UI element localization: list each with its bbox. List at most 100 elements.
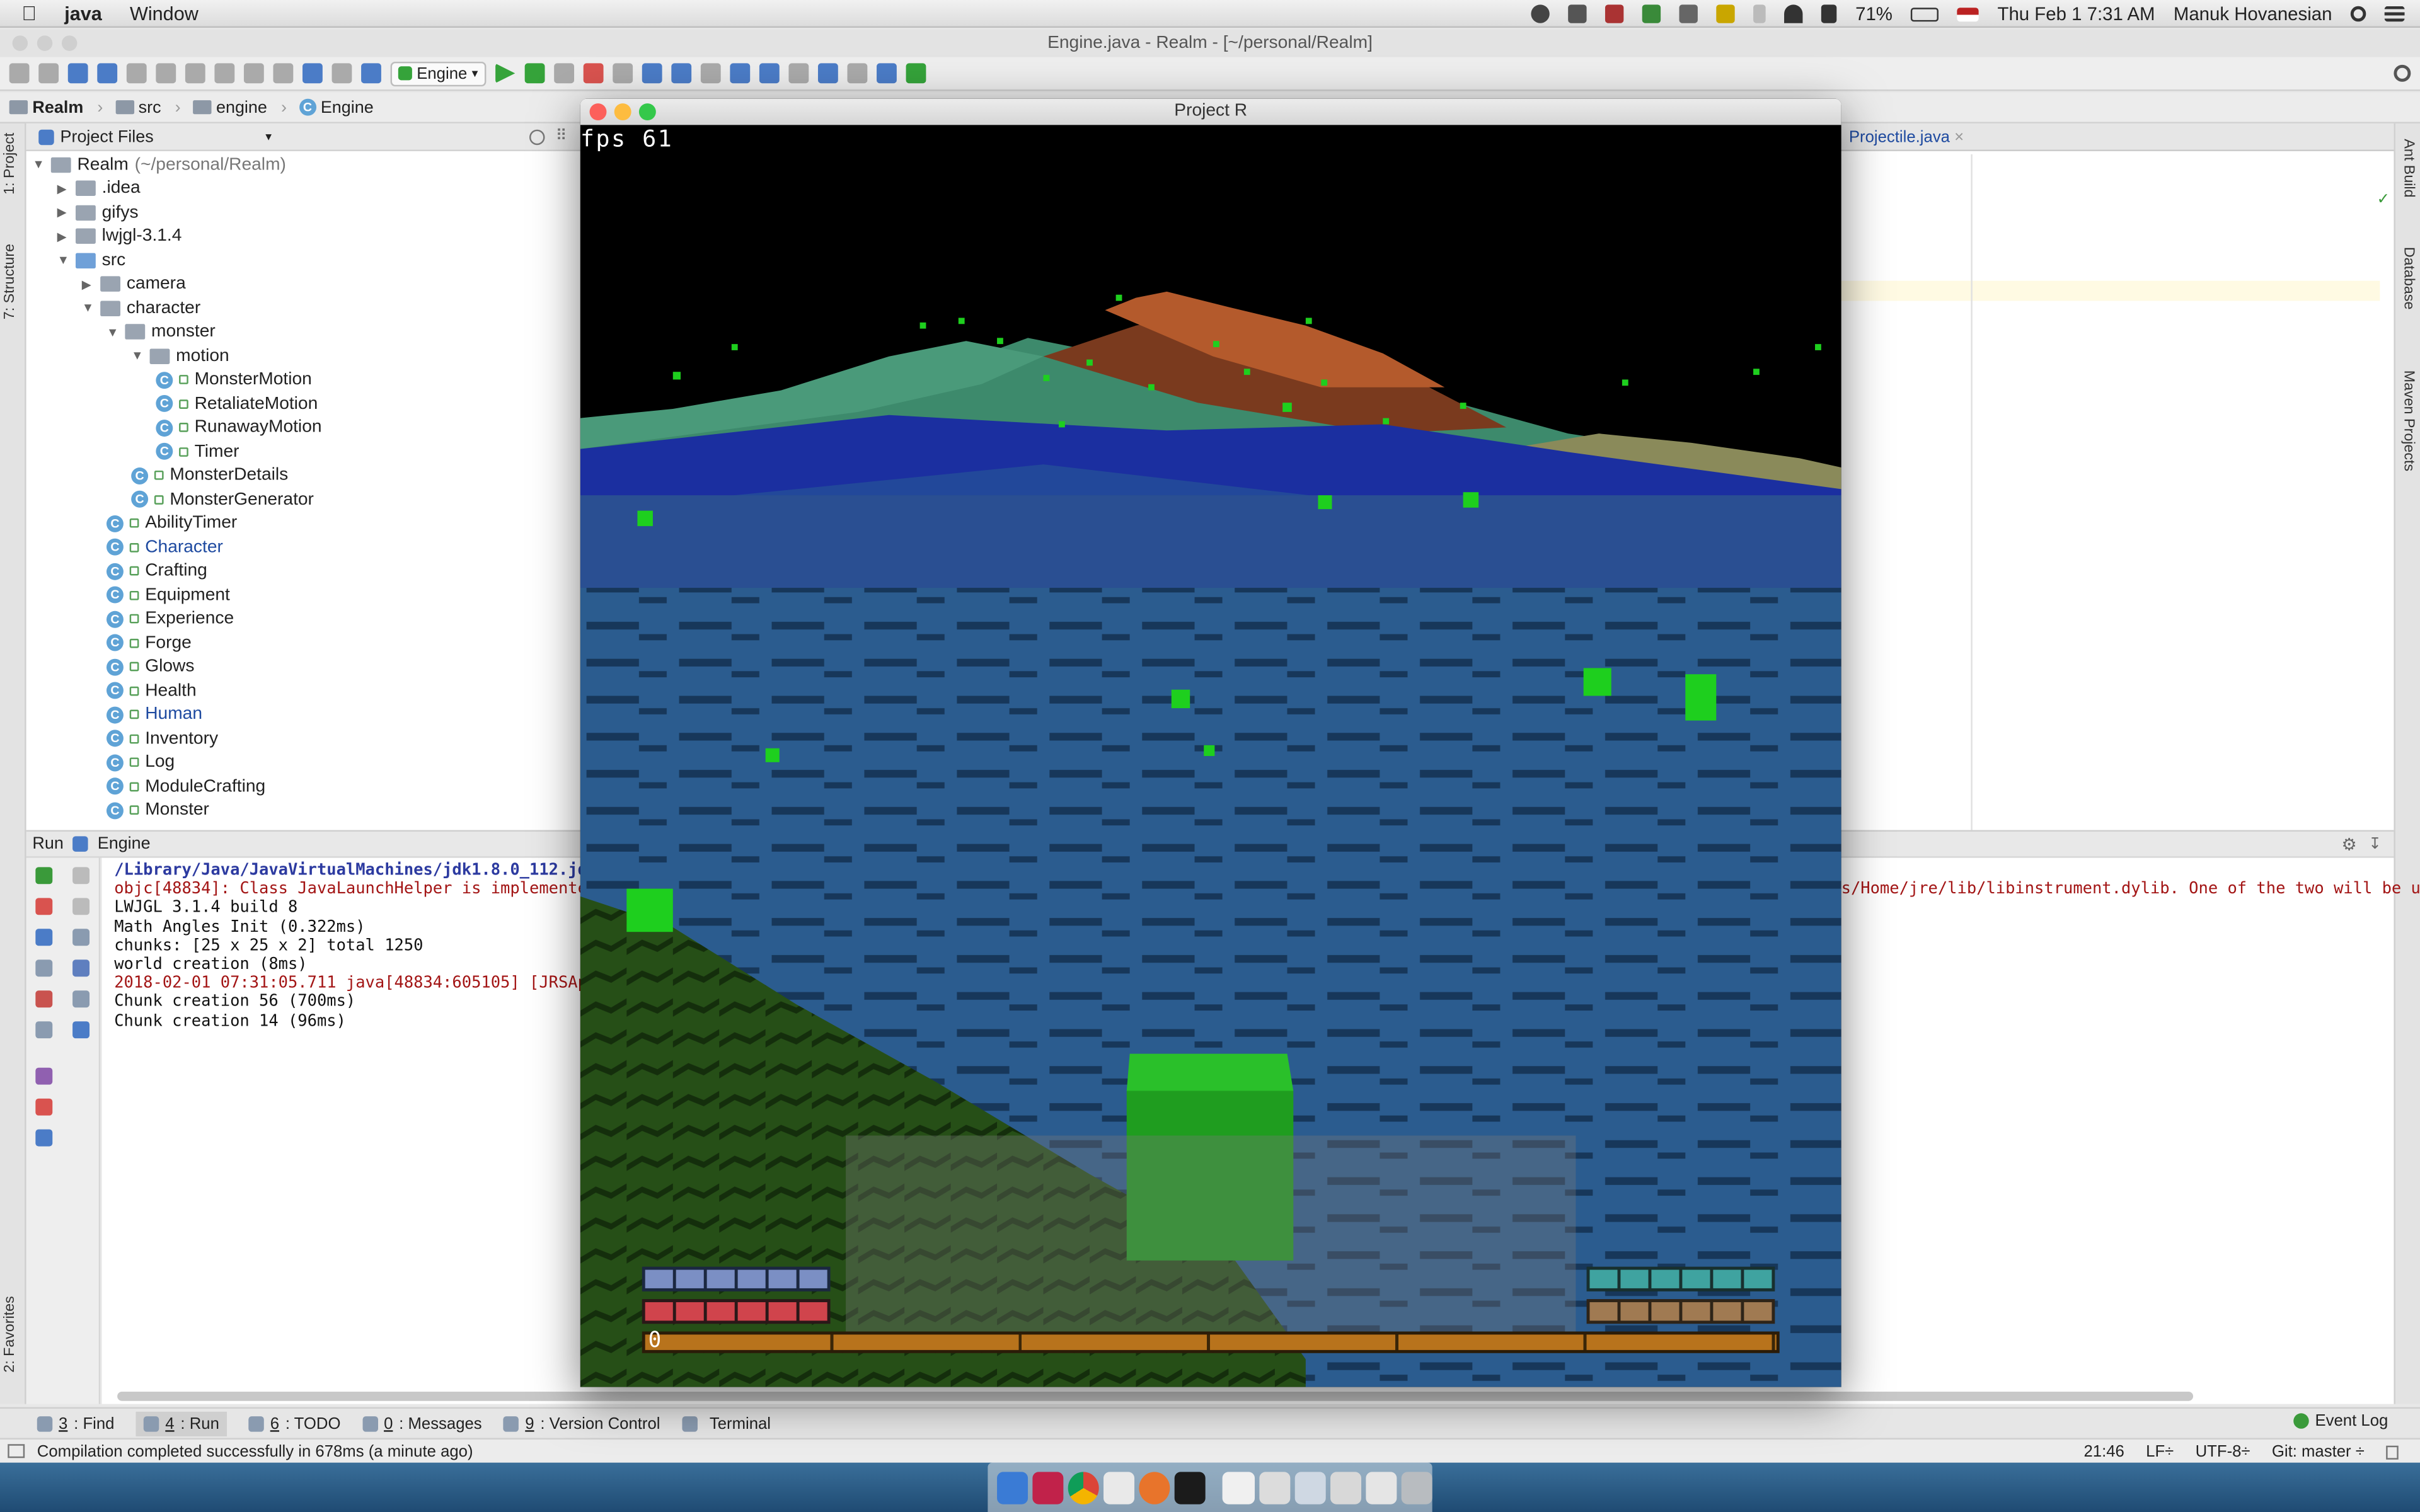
help-icon[interactable] xyxy=(35,1129,53,1147)
tree-item-monstermotion[interactable]: C MonsterMotion xyxy=(156,368,312,392)
chevron-down-icon[interactable]: ▼ xyxy=(131,349,144,363)
close-window-button[interactable] xyxy=(12,35,28,51)
tree-item-timer[interactable]: C Timer xyxy=(156,440,239,464)
tool-tab-version-control[interactable]: 9: Version Control xyxy=(503,1414,660,1433)
tool-icon[interactable] xyxy=(1568,4,1587,23)
tree-item-health[interactable]: C Health xyxy=(106,679,197,703)
minimize-window-button[interactable] xyxy=(37,35,53,51)
pin-icon[interactable] xyxy=(35,1067,53,1085)
minimize-window-button[interactable] xyxy=(614,103,631,121)
line-separator[interactable]: LF÷ xyxy=(2146,1443,2174,1461)
chevron-right-icon[interactable]: ▶ xyxy=(57,181,70,195)
java-icon[interactable] xyxy=(1103,1471,1135,1504)
compare-icon[interactable] xyxy=(729,63,750,84)
settings-wrench-icon[interactable] xyxy=(788,63,809,84)
tree-item-retaliatemotion[interactable]: C RetaliateMotion xyxy=(156,392,318,416)
open-icon[interactable] xyxy=(9,63,30,84)
tab-favorites[interactable]: 2: Favorites xyxy=(1,1296,18,1373)
bluetooth-icon[interactable] xyxy=(1753,4,1766,23)
tree-item-character[interactable]: C Character xyxy=(106,536,223,559)
pause-icon[interactable] xyxy=(35,929,53,946)
clear-all-icon[interactable] xyxy=(72,1021,90,1039)
terminal-icon[interactable] xyxy=(1175,1471,1206,1504)
wifi-icon[interactable] xyxy=(1784,4,1803,23)
lock-icon[interactable] xyxy=(2386,1445,2399,1459)
project-structure-icon[interactable] xyxy=(817,63,838,84)
app-icon[interactable] xyxy=(1139,1471,1171,1504)
chevron-down-icon[interactable]: ▼ xyxy=(82,301,95,315)
menu-window[interactable]: Window xyxy=(130,3,199,24)
tree-item-camera[interactable]: ▶ camera xyxy=(82,272,186,296)
battery-icon[interactable] xyxy=(1911,7,1939,21)
back-icon[interactable] xyxy=(302,63,323,84)
scroll-from-source-icon[interactable] xyxy=(529,129,545,144)
console-horizontal-scrollbar[interactable] xyxy=(117,1391,2194,1401)
tool-tab-todo[interactable]: 6: TODO xyxy=(248,1414,341,1433)
scroll-up-icon[interactable] xyxy=(72,867,90,885)
chevron-down-icon[interactable]: ▼ xyxy=(57,253,70,267)
grid-icon[interactable] xyxy=(1642,4,1661,23)
close-window-button[interactable] xyxy=(589,103,607,121)
game-viewport[interactable]: fps 61 0 xyxy=(580,125,1841,1387)
shield-icon[interactable] xyxy=(1716,4,1736,23)
paste-icon[interactable] xyxy=(214,63,235,84)
forward-icon[interactable] xyxy=(331,63,352,84)
document-icon[interactable] xyxy=(1365,1471,1397,1504)
scroll-down-icon[interactable] xyxy=(72,898,90,915)
rerun-icon[interactable] xyxy=(35,867,53,885)
exit-icon[interactable] xyxy=(35,990,53,1008)
tree-item-realm[interactable]: ▼ Realm (~/personal/Realm) xyxy=(32,152,285,176)
tree-item-abilitytimer[interactable]: C AbilityTimer xyxy=(106,512,237,536)
tree-item-glows[interactable]: C Glows xyxy=(106,655,194,679)
document-icon[interactable] xyxy=(1330,1471,1361,1504)
run-icon[interactable] xyxy=(495,63,516,84)
menubar-clock[interactable]: Thu Feb 1 7:31 AM xyxy=(1998,3,2155,25)
tool-tab-terminal[interactable]: Terminal xyxy=(681,1414,771,1433)
soft-wrap-icon[interactable] xyxy=(72,929,90,946)
menu-app-java[interactable]: java xyxy=(64,3,102,24)
tree-item-monster[interactable]: C Monster xyxy=(106,798,209,822)
tree-item-character[interactable]: ▼ character xyxy=(82,296,200,320)
sdk-icon[interactable] xyxy=(846,63,867,84)
file-encoding[interactable]: UTF-8÷ xyxy=(2196,1443,2250,1461)
caret-position[interactable]: 21:46 xyxy=(2083,1443,2124,1461)
finder-icon[interactable] xyxy=(997,1471,1028,1504)
copy-icon[interactable] xyxy=(185,63,205,84)
hash-icon[interactable] xyxy=(1679,4,1698,23)
document-icon[interactable] xyxy=(1294,1471,1325,1504)
tab-database[interactable]: Database xyxy=(2400,247,2417,310)
tree-item-inventory[interactable]: C Inventory xyxy=(106,726,218,750)
tool-tab-find[interactable]: 3: Find xyxy=(37,1414,114,1433)
tree-item-forge[interactable]: C Forge xyxy=(106,631,192,655)
run-tab-engine[interactable]: Engine xyxy=(98,835,151,853)
project-view-select[interactable]: Project Files xyxy=(60,127,154,146)
tab-structure[interactable]: 7: Structure xyxy=(1,244,18,319)
chevron-right-icon[interactable]: ▶ xyxy=(82,277,95,291)
replace-icon[interactable] xyxy=(273,63,294,84)
sync-icon[interactable] xyxy=(67,63,88,84)
tree-item-idea[interactable]: ▶ .idea xyxy=(57,176,141,200)
stop-run-icon[interactable] xyxy=(35,898,53,915)
notification-center-icon[interactable] xyxy=(2384,6,2405,22)
coverage-icon[interactable] xyxy=(553,63,574,84)
git-branch[interactable]: Git: master ÷ xyxy=(2272,1443,2365,1461)
inspection-ok-icon[interactable]: ✓ xyxy=(2377,192,2390,209)
run-configuration-select[interactable]: Engine ▾ xyxy=(390,60,486,86)
document-icon[interactable] xyxy=(1223,1471,1254,1504)
plugin-icon[interactable] xyxy=(905,63,926,84)
tab-project[interactable]: 1: Project xyxy=(1,133,18,195)
print-icon[interactable] xyxy=(72,990,90,1008)
battery-percent[interactable]: 71% xyxy=(1855,3,1893,25)
apple-icon[interactable]:  xyxy=(21,1,37,25)
revert-icon[interactable] xyxy=(759,63,780,84)
build-icon[interactable] xyxy=(361,63,381,84)
tab-projectile-java[interactable]: Projectile.java × xyxy=(1849,128,1964,146)
search-everywhere-icon[interactable] xyxy=(2394,64,2411,82)
document-icon[interactable] xyxy=(1259,1471,1290,1504)
cut-icon[interactable] xyxy=(156,63,176,84)
status-toggle-icon[interactable] xyxy=(8,1444,25,1458)
layout-icon[interactable] xyxy=(35,1021,53,1039)
tool-tab-messages[interactable]: 0: Messages xyxy=(362,1414,482,1433)
tree-item-human[interactable]: C Human xyxy=(106,703,202,727)
chevron-right-icon[interactable]: ▶ xyxy=(57,229,70,243)
